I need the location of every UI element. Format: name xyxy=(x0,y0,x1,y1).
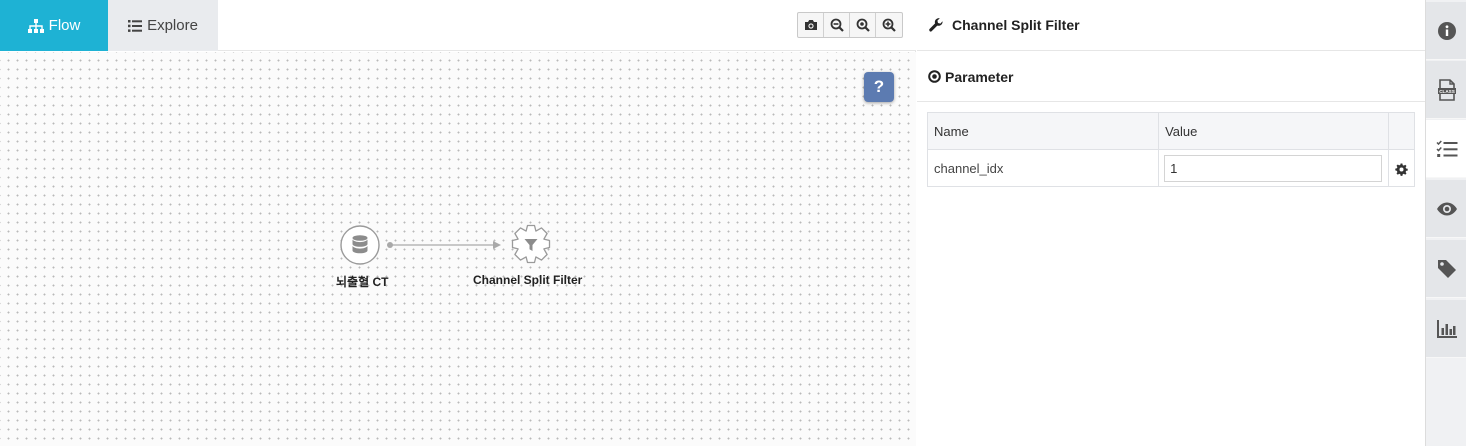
node-source-label: 뇌출혈 CT xyxy=(336,275,389,289)
dot-circle-icon xyxy=(928,70,941,83)
panel-title: Channel Split Filter xyxy=(952,17,1080,33)
checklist-icon xyxy=(1435,139,1457,157)
class-file-icon: CLASS xyxy=(1437,78,1456,101)
section-title: Parameter xyxy=(945,68,1014,85)
sidebar-preview-button[interactable] xyxy=(1426,180,1466,238)
sidebar-tag-button[interactable] xyxy=(1426,240,1466,298)
param-value-input[interactable] xyxy=(1164,154,1383,182)
node-source[interactable] xyxy=(340,225,380,265)
column-header-value: Value xyxy=(1158,112,1390,150)
parameter-table: Name Value channel_idx xyxy=(926,112,1415,187)
gear-icon[interactable] xyxy=(1395,163,1408,176)
help-button[interactable]: ? xyxy=(864,72,894,102)
param-name: channel_idx xyxy=(926,149,1160,187)
sidebar-parameter-button[interactable] xyxy=(1426,120,1466,178)
flow-graph xyxy=(340,224,551,265)
sidebar-class-button[interactable]: CLASS xyxy=(1426,61,1466,119)
parameter-section-header: Parameter xyxy=(917,52,1425,102)
wrench-icon xyxy=(929,18,943,32)
node-filter-label: Channel Split Filter xyxy=(473,273,583,287)
node-channel-split-filter[interactable] xyxy=(511,224,551,264)
column-header-name: Name xyxy=(926,112,1160,150)
eye-icon xyxy=(1436,202,1457,215)
flow-area: Flow Explore 뇌출혈 CT Channel Split Filter… xyxy=(0,0,916,446)
panel-header: Channel Split Filter xyxy=(917,0,1425,51)
column-header-actions xyxy=(1388,112,1415,150)
database-icon xyxy=(352,235,368,254)
param-settings-cell xyxy=(1388,149,1415,187)
info-icon xyxy=(1437,21,1456,40)
table-header-row: Name Value xyxy=(926,112,1415,150)
sidebar-info-button[interactable] xyxy=(1426,2,1466,60)
flow-edge[interactable] xyxy=(387,241,501,249)
bar-chart-icon xyxy=(1436,319,1457,338)
tag-icon xyxy=(1437,259,1456,278)
param-value-cell xyxy=(1158,149,1390,187)
property-panel: Channel Split Filter Parameter Name Valu… xyxy=(917,0,1425,446)
table-row: channel_idx xyxy=(926,149,1415,187)
sidebar-chart-button[interactable] xyxy=(1426,300,1466,358)
right-sidebar: CLASS xyxy=(1425,0,1466,446)
svg-text:CLASS: CLASS xyxy=(1439,88,1455,93)
